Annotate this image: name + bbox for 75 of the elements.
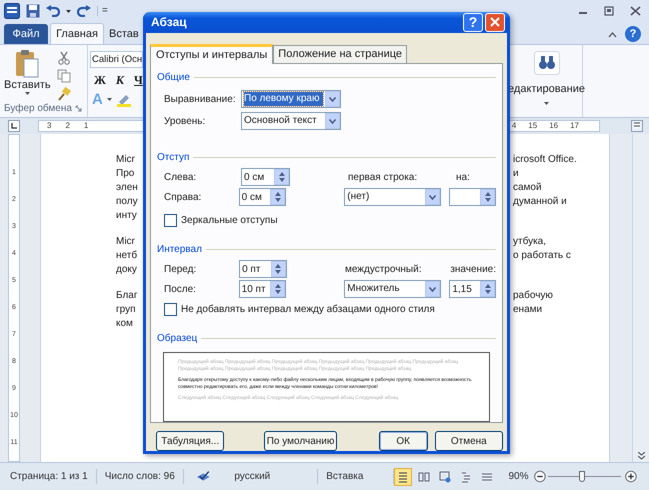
section-heading: Образец — [157, 332, 198, 346]
help-button[interactable]: ? — [463, 12, 483, 32]
dialog-button[interactable]: По умолчанию — [264, 431, 337, 451]
document-text: и — [513, 166, 519, 180]
document-text: самой — [513, 180, 542, 194]
font-name-field[interactable]: Calibri (Осн — [90, 51, 143, 68]
section-heading: Отступ — [157, 151, 190, 165]
document-text: ком — [116, 316, 133, 330]
document-text: элен — [116, 180, 138, 194]
field-label: Слева: — [164, 170, 198, 184]
dialog-button[interactable]: ОК — [378, 431, 428, 451]
ruler-number: 4 — [512, 120, 516, 132]
ribbon-tab[interactable]: Главная — [50, 23, 104, 44]
page-count[interactable]: Страница: 1 из 1 — [10, 469, 97, 484]
dropdown[interactable]: Множитель — [344, 280, 442, 298]
dialog-tab[interactable]: Отступы и интервалы — [150, 44, 274, 64]
field-label: первая строка: — [348, 170, 418, 184]
customize-menu-button[interactable]: = — [97, 6, 108, 16]
dialog-button[interactable]: Отмена — [434, 431, 503, 451]
dialog-title: Абзац — [151, 14, 187, 32]
field-label: междустрочный: — [344, 262, 422, 276]
editing-label[interactable]: едактирование — [508, 81, 585, 98]
ruler-number: 15 — [528, 120, 538, 132]
field-label: Справа: — [164, 190, 202, 204]
field-label: значение: — [450, 262, 496, 276]
field-label: Перед: — [164, 262, 198, 276]
checkbox-label[interactable]: Зеркальные отступы — [181, 213, 278, 228]
ribbon-tab[interactable]: Встав — [106, 24, 142, 44]
word-count[interactable]: Число слов: 96 — [96, 469, 184, 484]
spin-field[interactable]: 0 см — [241, 168, 290, 186]
field-label: на: — [456, 170, 470, 184]
document-text: о работать с — [513, 248, 571, 262]
ruler-number: 2 — [65, 120, 70, 132]
section-heading: Интервал — [157, 243, 202, 257]
document-text: Благ — [116, 288, 138, 302]
field-label: После: — [164, 282, 197, 296]
spin-field[interactable]: 0 см — [238, 188, 286, 206]
checkbox-label[interactable]: Не добавлять интервал между абзацами одного стиля — [181, 302, 435, 317]
ruler-number: 1 — [84, 120, 88, 132]
zoom-level[interactable]: 90% — [508, 469, 528, 484]
document-text: рабочую — [513, 288, 553, 302]
document-text: нетб — [116, 248, 138, 262]
document-text: утбука, — [513, 234, 546, 248]
document-text: Про — [116, 166, 134, 180]
dropdown[interactable]: (нет) — [344, 188, 442, 206]
dialog-button[interactable]: Табуляция... — [156, 431, 224, 451]
dropdown[interactable]: По левому краю — [241, 90, 341, 108]
group-label: Буфер обмена — [4, 102, 72, 116]
bold-button[interactable]: Ж — [94, 74, 106, 86]
spin-field[interactable]: 0 пт — [239, 260, 287, 278]
document-text: icrosoft Office. — [513, 152, 577, 166]
language-indicator[interactable]: русский — [234, 469, 318, 484]
ruler-number: 3 — [47, 120, 52, 132]
spin-field[interactable]: 1,15 — [449, 280, 496, 298]
underline-button[interactable]: Ч — [134, 74, 143, 86]
document-text: енами — [513, 302, 542, 316]
help-button[interactable]: ? — [625, 26, 641, 42]
paste-button[interactable]: Вставить — [4, 49, 51, 101]
dialog-tab[interactable]: Положение на странице — [273, 45, 408, 63]
document-text: инту — [116, 208, 137, 222]
ruler-number: 16 — [549, 120, 558, 132]
document-text: Micr — [116, 234, 135, 248]
italic-button[interactable]: К — [116, 74, 124, 86]
document-text: доку — [116, 262, 137, 276]
document-text: думанной и — [513, 194, 567, 208]
section-heading: Общие — [157, 71, 190, 85]
field-label: Уровень: — [164, 114, 206, 128]
document-text: груп — [116, 302, 136, 316]
dropdown[interactable]: Основной текст — [241, 112, 341, 130]
ribbon-tab[interactable]: Файл — [4, 24, 48, 44]
document-text: Micr — [116, 152, 135, 166]
field-label: Выравнивание: — [164, 92, 237, 106]
document-text: полу — [116, 194, 138, 208]
spin-field[interactable]: 10 пт — [238, 280, 286, 298]
ruler-number: 17 — [570, 120, 579, 132]
